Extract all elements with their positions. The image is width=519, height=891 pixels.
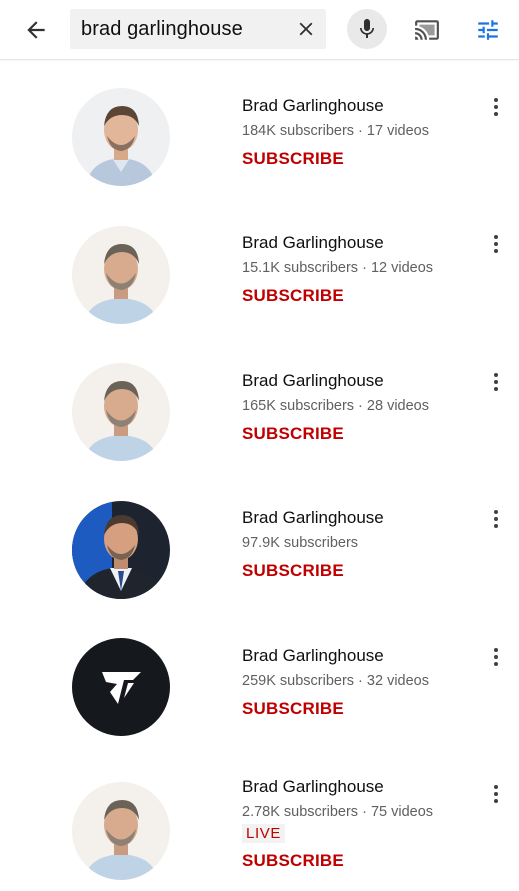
more-options-button[interactable] — [484, 92, 508, 122]
more-options-button[interactable] — [484, 779, 508, 809]
subscribe-button[interactable]: SUBSCRIBE — [242, 149, 344, 169]
search-query-text: brad garlinghouse — [81, 17, 243, 40]
subscribe-button[interactable]: SUBSCRIBE — [242, 286, 344, 306]
channel-info: Brad Garlinghouse 15.1K subscribers · 12… — [242, 233, 433, 306]
channel-avatar[interactable] — [72, 501, 170, 599]
back-button[interactable] — [18, 12, 54, 48]
top-app-bar: brad garlinghouse — [0, 0, 519, 60]
channel-avatar[interactable] — [72, 226, 170, 324]
close-icon — [299, 22, 313, 36]
channel-meta: 184K subscribers · 17 videos — [242, 123, 429, 139]
channel-name[interactable]: Brad Garlinghouse — [242, 371, 429, 391]
avatar-image — [72, 501, 170, 599]
subscribe-button[interactable]: SUBSCRIBE — [242, 699, 344, 719]
channel-meta: 97.9K subscribers — [242, 535, 359, 551]
more-vertical-icon — [494, 373, 498, 391]
arrow-back-icon — [27, 21, 45, 39]
more-vertical-icon — [494, 648, 498, 666]
channel-info: Brad Garlinghouse 2.78K subscribers · 75… — [242, 777, 433, 871]
more-vertical-icon — [494, 98, 498, 116]
avatar-image — [72, 88, 170, 186]
microphone-icon — [360, 19, 374, 38]
channel-meta: 15.1K subscribers · 12 videos — [242, 260, 434, 276]
more-options-button[interactable] — [484, 229, 508, 259]
channel-avatar[interactable] — [72, 782, 170, 880]
channel-meta: 165K subscribers · 28 videos — [242, 398, 429, 414]
cast-button[interactable] — [408, 12, 446, 48]
more-options-button[interactable] — [484, 642, 508, 672]
channel-avatar[interactable] — [72, 638, 170, 736]
search-filters-button[interactable] — [469, 12, 507, 48]
channel-meta: 2.78K subscribers · 75 videos — [242, 804, 434, 820]
live-badge: LIVE — [242, 824, 285, 843]
channel-info: Brad Garlinghouse 165K subscribers · 28 … — [242, 371, 429, 444]
subscribe-button[interactable]: SUBSCRIBE — [242, 424, 344, 444]
channel-logo-icon — [72, 638, 170, 736]
channel-name[interactable]: Brad Garlinghouse — [242, 96, 429, 116]
search-input[interactable]: brad garlinghouse — [70, 9, 326, 49]
channel-info: Brad Garlinghouse 259K subscribers · 32 … — [242, 646, 429, 719]
channel-name[interactable]: Brad Garlinghouse — [242, 777, 433, 797]
subscribe-button[interactable]: SUBSCRIBE — [242, 851, 344, 871]
more-options-button[interactable] — [484, 367, 508, 397]
channel-name[interactable]: Brad Garlinghouse — [242, 508, 384, 528]
clear-search-button[interactable] — [286, 9, 326, 49]
channel-avatar[interactable] — [72, 88, 170, 186]
channel-name[interactable]: Brad Garlinghouse — [242, 233, 433, 253]
more-vertical-icon — [494, 510, 498, 528]
cast-icon — [415, 20, 439, 40]
more-vertical-icon — [494, 785, 498, 803]
more-vertical-icon — [494, 235, 498, 253]
channel-info: Brad Garlinghouse 97.9K subscribers SUBS… — [242, 508, 384, 581]
filter-sliders-icon — [478, 20, 498, 40]
more-options-button[interactable] — [484, 504, 508, 534]
avatar-image — [72, 782, 170, 880]
avatar-image — [72, 363, 170, 461]
voice-search-button[interactable] — [347, 9, 387, 49]
channel-meta: 259K subscribers · 32 videos — [242, 673, 429, 689]
channel-avatar[interactable] — [72, 363, 170, 461]
channel-name[interactable]: Brad Garlinghouse — [242, 646, 429, 666]
avatar-image — [72, 226, 170, 324]
subscribe-button[interactable]: SUBSCRIBE — [242, 561, 344, 581]
channel-info: Brad Garlinghouse 184K subscribers · 17 … — [242, 96, 429, 169]
